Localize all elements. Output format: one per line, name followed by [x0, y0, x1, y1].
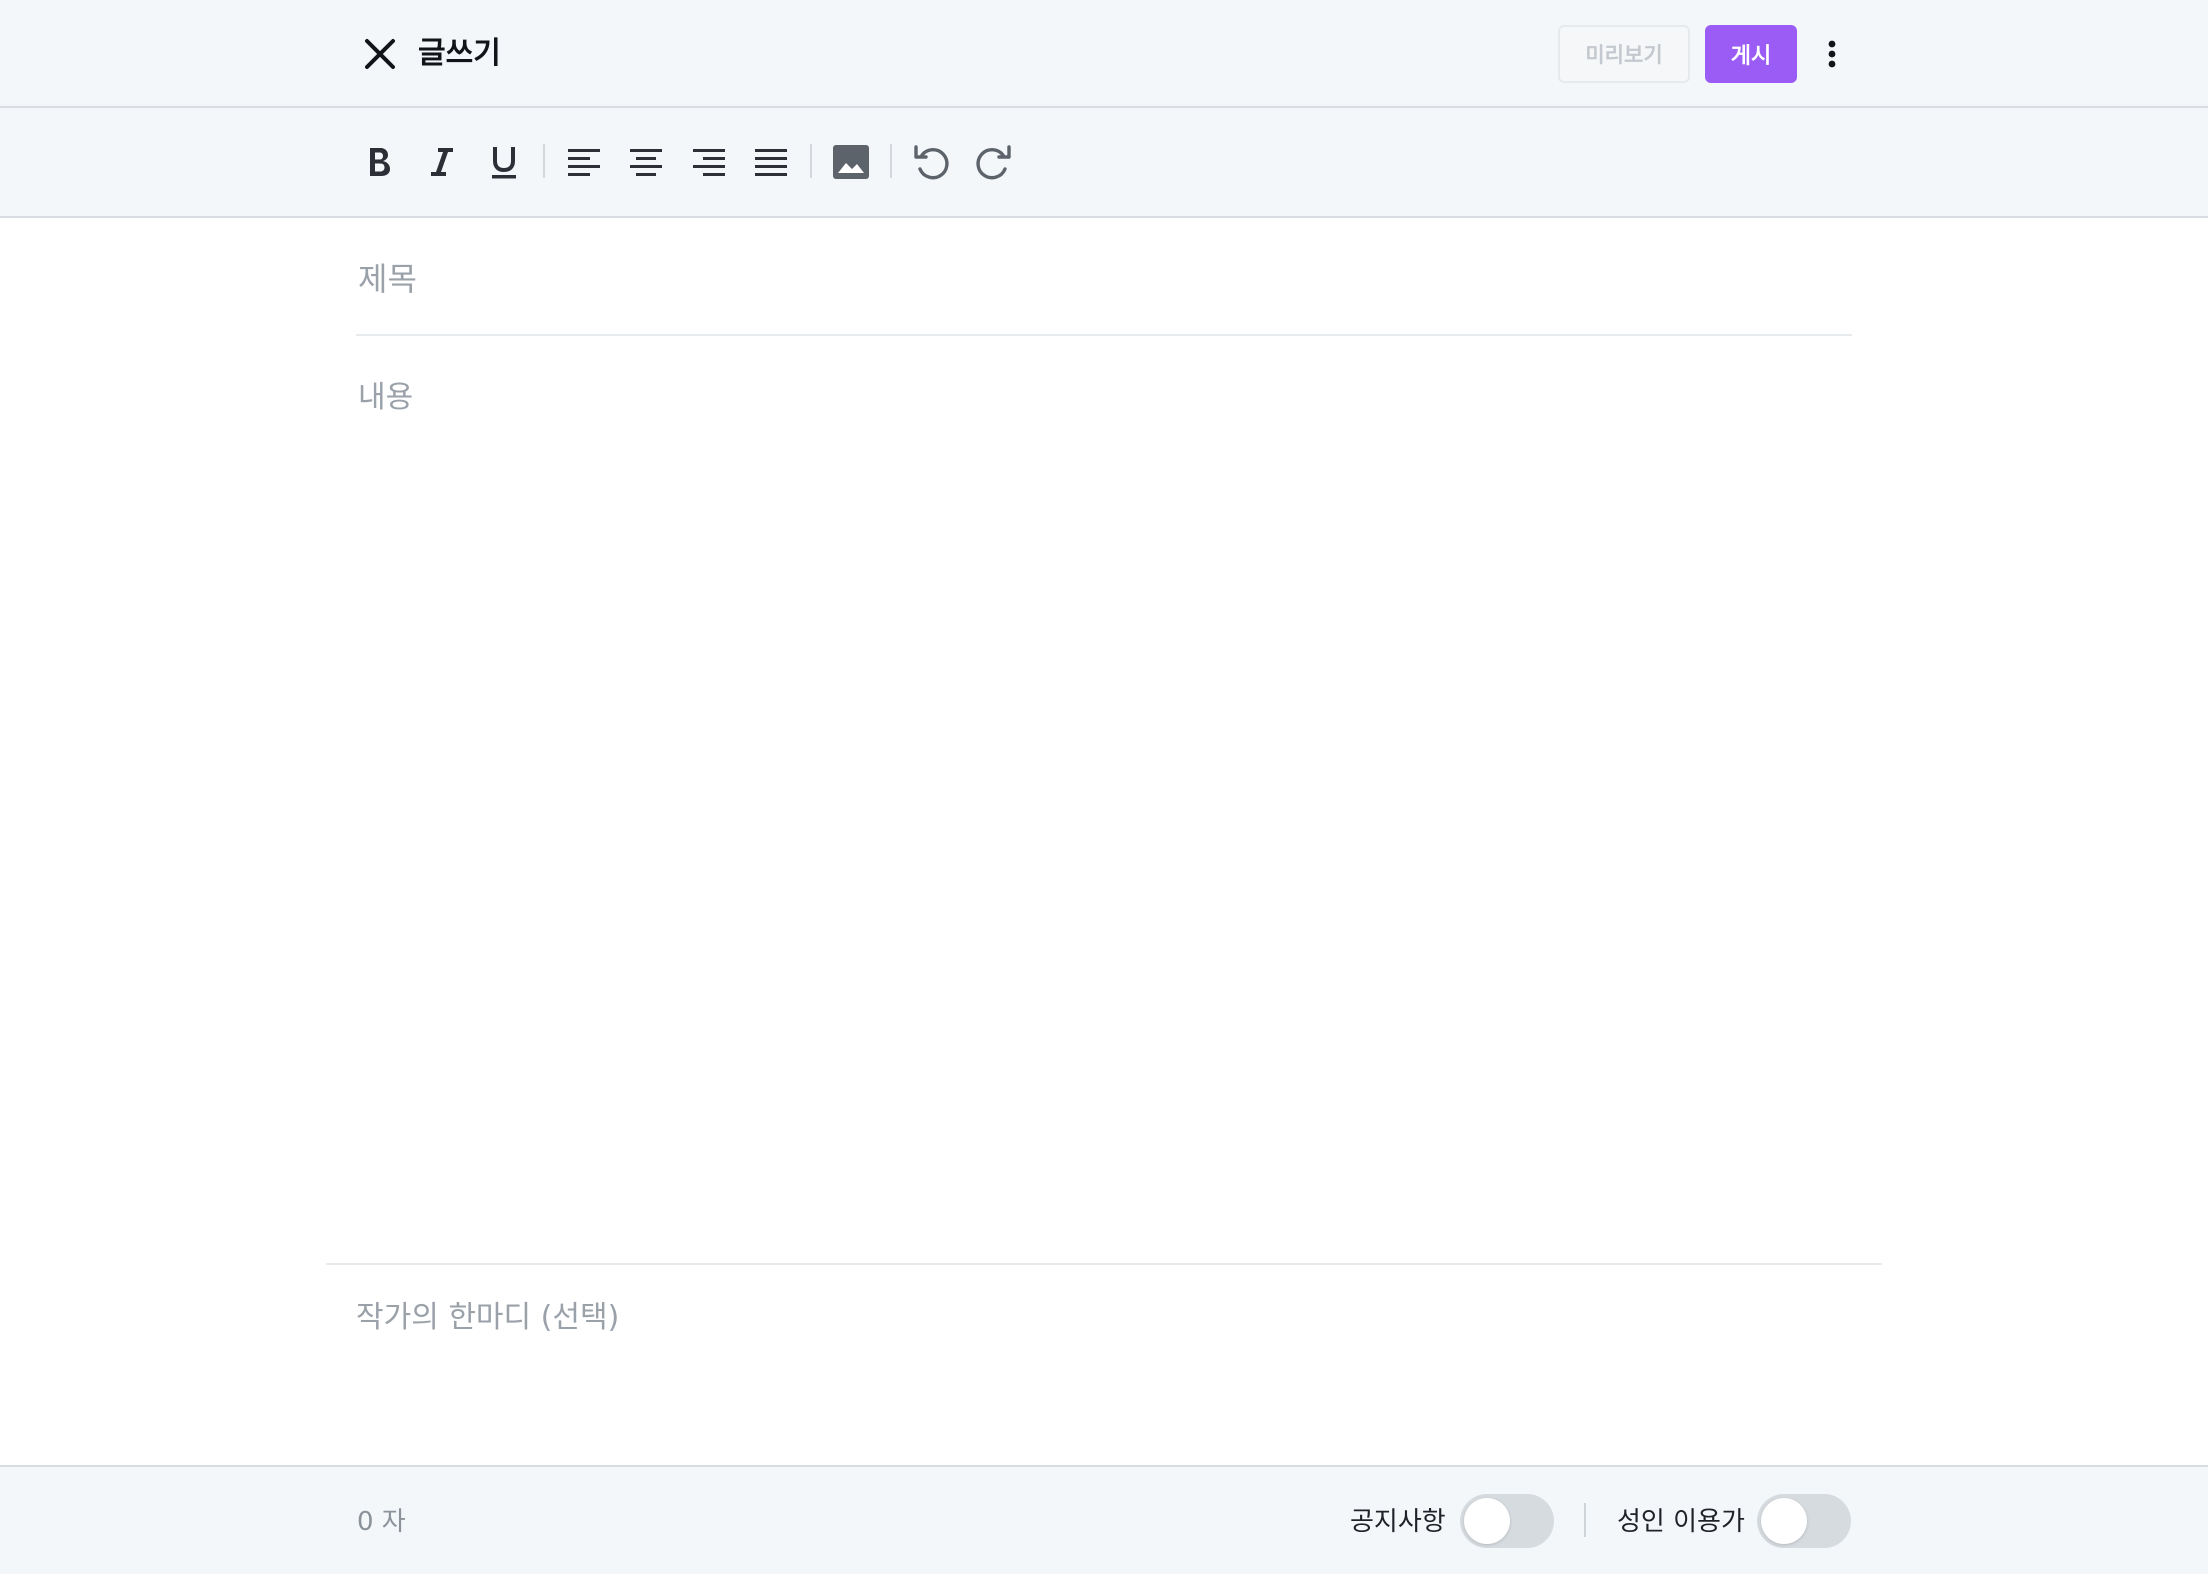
editor-header: 글쓰기 미리보기 게시	[0, 0, 2208, 108]
notice-toggle[interactable]	[1460, 1494, 1554, 1548]
body-placeholder: 내용	[358, 380, 414, 415]
undo-icon	[914, 145, 949, 180]
redo-icon	[976, 145, 1011, 180]
toggle-knob	[1761, 1498, 1807, 1544]
adult-toggle[interactable]	[1757, 1494, 1851, 1548]
editor-footer: 0 자 공지사항 성인 이용가	[0, 1465, 2208, 1574]
notice-label: 공지사항	[1350, 1507, 1446, 1537]
format-toolbar	[0, 108, 2208, 218]
undo-button[interactable]	[907, 138, 955, 186]
body-textarea[interactable]: 내용	[356, 338, 1852, 1262]
underline-button[interactable]	[480, 138, 528, 186]
title-input[interactable]: 제목	[356, 240, 1852, 336]
editor-divider	[326, 1263, 1882, 1265]
align-left-icon	[568, 149, 600, 176]
align-justify-icon	[755, 149, 787, 176]
title-placeholder: 제목	[358, 260, 417, 298]
bold-icon	[370, 148, 390, 176]
footer-separator	[1584, 1503, 1586, 1537]
close-button[interactable]	[358, 32, 402, 76]
align-left-button[interactable]	[560, 138, 608, 186]
align-right-icon	[693, 149, 725, 176]
preview-button[interactable]: 미리보기	[1558, 25, 1690, 83]
more-vertical-icon	[1828, 40, 1836, 68]
insert-image-button[interactable]	[827, 138, 875, 186]
align-right-button[interactable]	[685, 138, 733, 186]
italic-icon	[431, 148, 453, 176]
toggle-knob	[1464, 1498, 1510, 1544]
publish-button[interactable]: 게시	[1705, 25, 1797, 83]
image-icon	[833, 145, 869, 179]
adult-label: 성인 이용가	[1617, 1507, 1745, 1537]
italic-button[interactable]	[418, 138, 466, 186]
align-center-button[interactable]	[622, 138, 670, 186]
toolbar-separator	[543, 144, 545, 178]
author-note-placeholder: 작가의 한마디 (선택)	[356, 1300, 620, 1335]
redo-button[interactable]	[970, 138, 1018, 186]
align-center-icon	[630, 149, 662, 176]
author-note-input[interactable]: 작가의 한마디 (선택)	[356, 1266, 1852, 1466]
toolbar-separator	[810, 144, 812, 178]
toolbar-separator	[890, 144, 892, 178]
bold-button[interactable]	[355, 138, 403, 186]
page-title: 글쓰기	[418, 36, 501, 71]
close-icon	[365, 39, 395, 69]
more-options-button[interactable]	[1812, 30, 1852, 78]
char-count: 0 자	[357, 1507, 406, 1537]
align-justify-button[interactable]	[747, 138, 795, 186]
underline-icon	[492, 147, 516, 179]
